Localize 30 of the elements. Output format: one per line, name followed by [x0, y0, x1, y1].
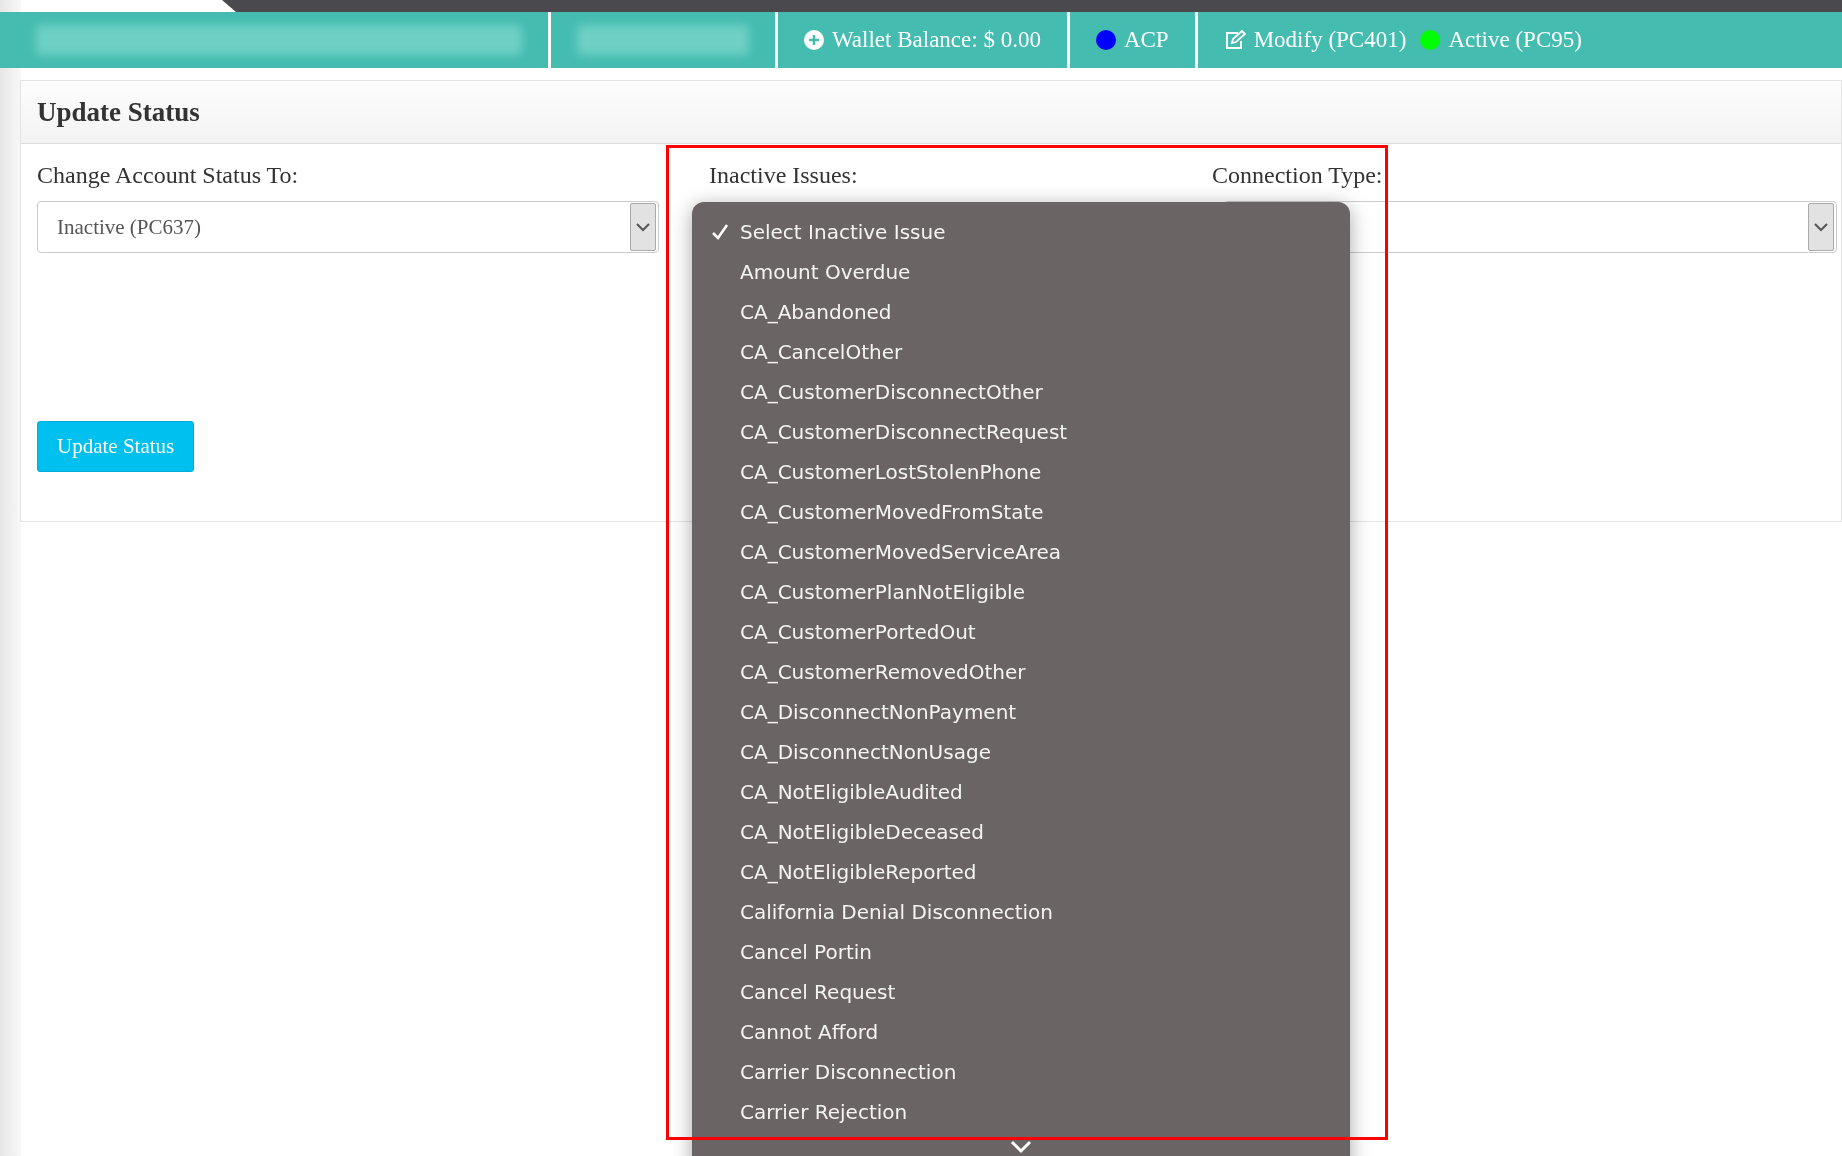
account-status-select[interactable]: Inactive (PC637) — [37, 201, 659, 253]
menu-option[interactable]: CA_CustomerRemovedOther — [692, 652, 1350, 692]
menu-option[interactable]: Amount Overdue — [692, 252, 1350, 292]
menu-option[interactable]: CA_CancelOther — [692, 332, 1350, 372]
menu-option[interactable]: CA_CustomerDisconnectRequest — [692, 412, 1350, 452]
menu-option[interactable]: CA_CustomerPortedOut — [692, 612, 1350, 652]
menu-option[interactable]: CA_NotEligibleDeceased — [692, 812, 1350, 852]
status-label: Active (PC95) — [1420, 27, 1582, 53]
card-title: Update Status — [37, 96, 200, 128]
field-label: Connection Type: — [1212, 162, 1384, 189]
menu-option[interactable]: CA_CustomerDisconnectOther — [692, 372, 1350, 412]
menu-option[interactable]: Cannot Afford — [692, 1012, 1350, 1052]
menu-option[interactable]: CA_CustomerPlanNotEligible — [692, 572, 1350, 612]
menu-option[interactable]: CA_CustomerLostStolenPhone — [692, 452, 1350, 492]
menu-option[interactable]: CA_Abandoned — [692, 292, 1350, 332]
menu-option[interactable]: Cancel Portin — [692, 932, 1350, 972]
menu-option[interactable]: Carrier Disconnection — [692, 1052, 1350, 1092]
status-label: ACP — [1095, 27, 1169, 53]
menu-option[interactable]: CA_NotEligibleReported — [692, 852, 1350, 892]
menu-option[interactable]: CA_NotEligibleAudited — [692, 772, 1350, 812]
menu-option[interactable]: California Denial Disconnection — [692, 892, 1350, 932]
menu-option[interactable]: Carrier Rejection — [692, 1092, 1350, 1132]
menu-option[interactable]: CA_DisconnectNonPayment — [692, 692, 1350, 732]
menu-option[interactable]: CA_DisconnectNonUsage — [692, 732, 1350, 772]
menu-option[interactable]: CA_CustomerMovedFromState — [692, 492, 1350, 532]
menu-option[interactable]: Cancel Request — [692, 972, 1350, 1012]
menu-option[interactable]: CA_CustomerMovedServiceArea — [692, 532, 1350, 572]
field-label: Inactive Issues: — [709, 162, 859, 189]
field-label: Change Account Status To: — [37, 162, 300, 189]
menu-option[interactable]: Select Inactive Issue — [692, 212, 1350, 252]
